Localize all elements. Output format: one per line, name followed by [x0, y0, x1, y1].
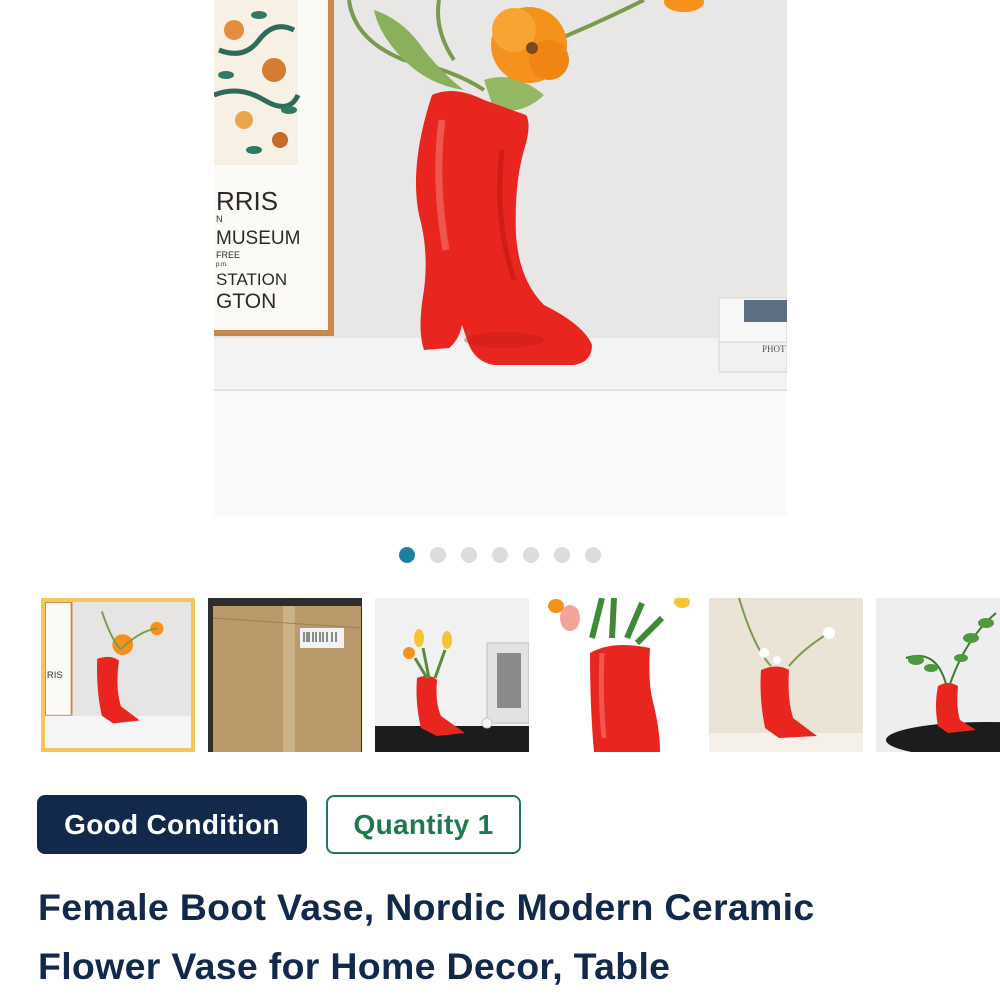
- poster-text-4: FREE: [216, 250, 240, 260]
- carousel-dots: [399, 547, 601, 563]
- poster-pattern: [214, 0, 301, 165]
- condition-badge-label: Good Condition: [64, 808, 280, 840]
- product-title: Female Boot Vase, Nordic Modern Ceramic …: [38, 878, 938, 996]
- product-main-image[interactable]: RRIS N MUSEUM FREE p.m. STATION GTON PHO…: [214, 0, 787, 516]
- carousel-dot[interactable]: [461, 547, 477, 563]
- book-spine-label: PHOT: [762, 344, 786, 354]
- poster-text-6: STATION: [216, 270, 287, 289]
- poster-text-2: N: [216, 214, 223, 224]
- thumb-boot-green-leaves[interactable]: [876, 598, 1000, 752]
- quantity-badge-label: Quantity 1: [353, 808, 494, 840]
- carousel-dot[interactable]: [523, 547, 539, 563]
- carousel-dot[interactable]: [430, 547, 446, 563]
- carousel-dot[interactable]: [492, 547, 508, 563]
- carousel-dot[interactable]: [585, 547, 601, 563]
- carousel-dot[interactable]: [554, 547, 570, 563]
- poster-text-1: RRIS: [216, 186, 278, 216]
- thumb-cardboard-box[interactable]: [208, 598, 362, 752]
- poster-text-7: GTON: [216, 290, 276, 313]
- thumb-boot-closeup-tulips[interactable]: [542, 598, 696, 752]
- thumb-boot-tulips-table[interactable]: [375, 598, 529, 752]
- thumb-boot-white-flowers[interactable]: [709, 598, 863, 752]
- thumbnail-strip: RIS: [41, 598, 1000, 753]
- product-title-line-1: Female Boot Vase, Nordic Modern Ceramic: [38, 886, 815, 928]
- product-title-line-2: Flower Vase for Home Decor, Table: [38, 945, 671, 987]
- poster-text-3: MUSEUM: [216, 228, 300, 249]
- poster-text-5: p.m.: [216, 262, 228, 268]
- condition-badge: Good Condition: [37, 795, 307, 854]
- carousel-dot[interactable]: [399, 547, 415, 563]
- svg-text:RIS: RIS: [47, 670, 63, 681]
- quantity-badge: Quantity 1: [326, 795, 521, 854]
- thumb-boot-poppies[interactable]: RIS: [41, 598, 195, 752]
